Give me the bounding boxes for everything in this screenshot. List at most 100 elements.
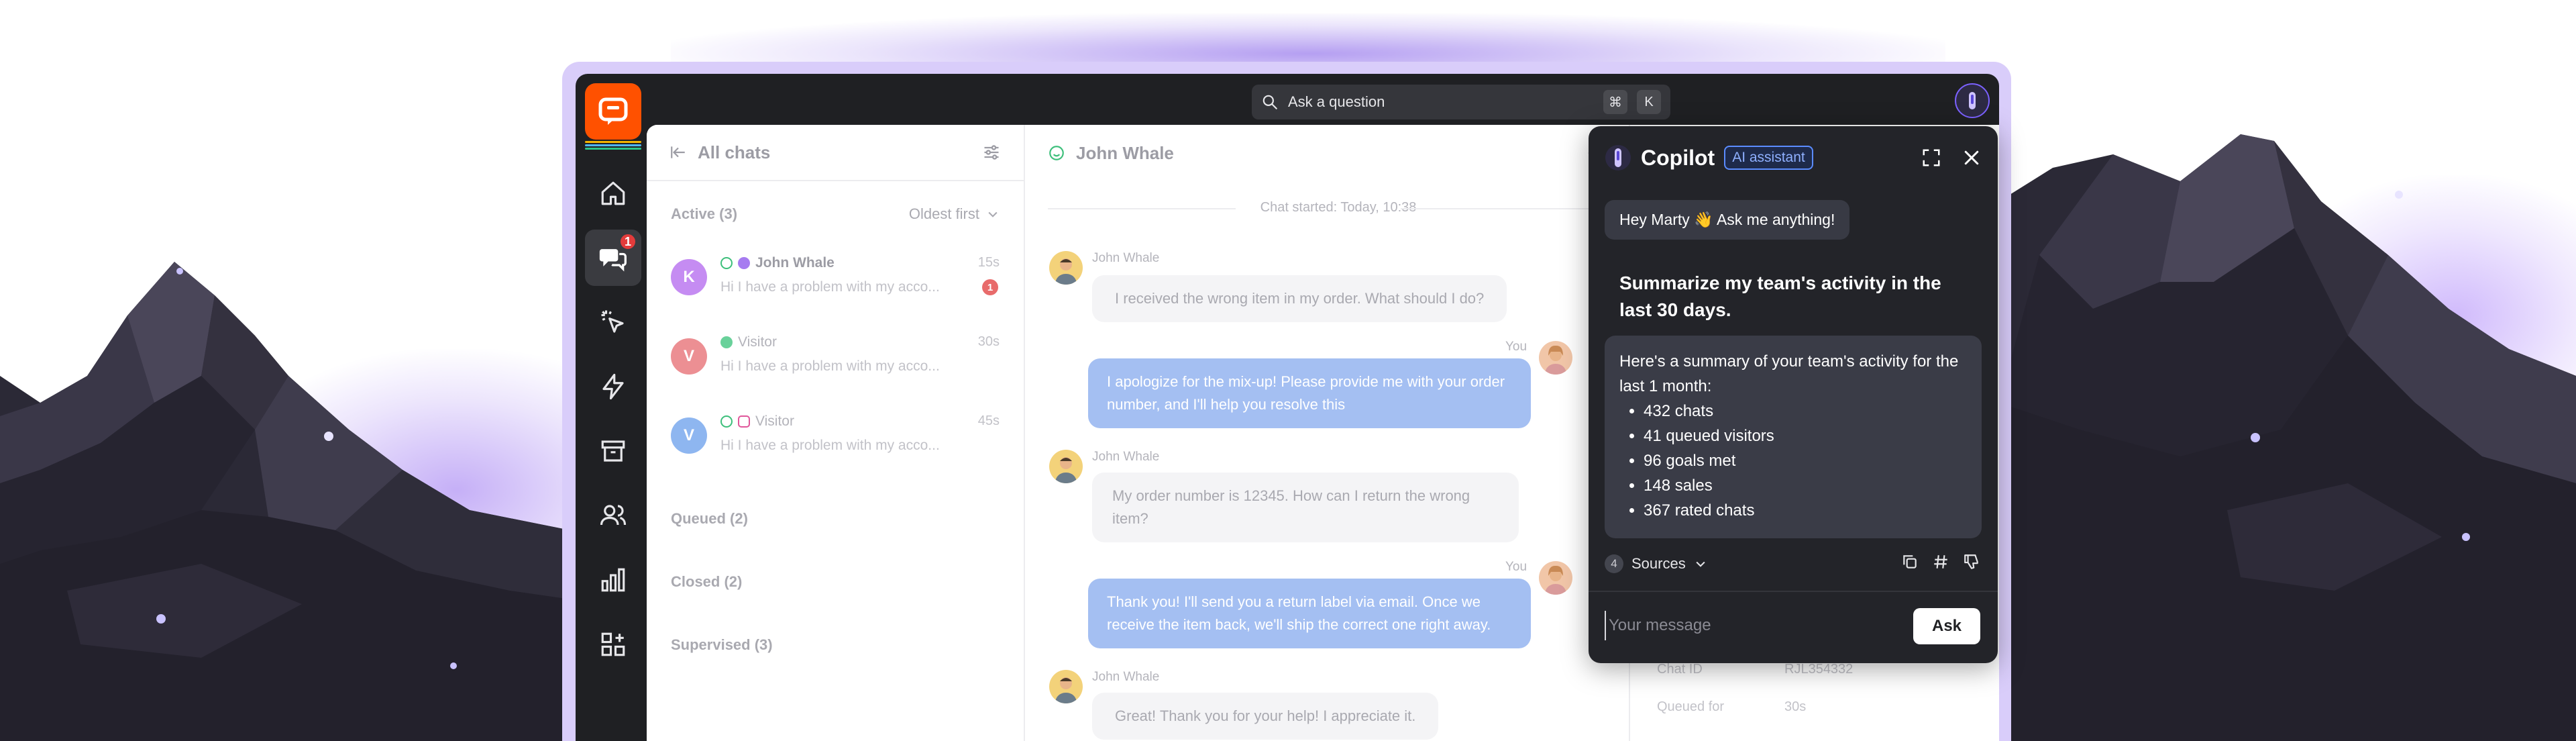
instagram-icon — [738, 415, 750, 428]
detail-key: Chat ID — [1657, 662, 1703, 677]
sort-dropdown[interactable]: Oldest first — [909, 205, 1000, 223]
nav-home[interactable] — [585, 165, 641, 221]
detail-row: Queued for 30s — [1657, 699, 1806, 715]
nav-chats[interactable]: 1 — [585, 230, 641, 286]
smile-icon — [720, 257, 733, 269]
answer-item: 432 chats — [1644, 399, 1967, 424]
bar-chart-icon — [601, 568, 625, 592]
customer-avatar — [1049, 450, 1083, 483]
sources-count: 4 — [1605, 554, 1623, 573]
copilot-answer: Here's a summary of your team's activity… — [1605, 336, 1982, 538]
avatar: K — [671, 259, 707, 295]
copilot-header-actions — [1921, 148, 1982, 168]
conversation-header: John Whale — [1025, 125, 1629, 181]
archive-icon — [601, 440, 625, 462]
composer-divider — [1589, 591, 1998, 592]
avatar: V — [671, 338, 707, 375]
filter-sliders-icon[interactable] — [982, 143, 1001, 162]
shortcut-key-k: K — [1637, 90, 1661, 114]
nav-archives[interactable] — [585, 423, 641, 479]
logo-stripes — [585, 141, 641, 150]
copilot-panel: Copilot AI assistant Hey Marty 👋 Ask me … — [1589, 126, 1998, 663]
man-avatar-icon — [1055, 258, 1077, 285]
sort-label: Oldest first — [908, 205, 979, 222]
collapse-left-icon[interactable] — [669, 144, 687, 161]
chat-item-name: John Whale — [755, 255, 835, 270]
incoming-message: Great! Thank you for your help! I apprec… — [1092, 693, 1439, 740]
copilot-message-input[interactable]: Your message — [1605, 611, 1873, 640]
chat-list-item[interactable]: K John Whale Hi I have a problem with my… — [671, 250, 1000, 310]
chat-list-item[interactable]: V Visitor Hi I have a problem with my ac… — [671, 408, 1000, 468]
nav-automation[interactable] — [585, 358, 641, 415]
thumbs-down-icon[interactable] — [1963, 553, 1980, 571]
outgoing-message: I apologize for the mix-up! Please provi… — [1088, 358, 1531, 428]
close-icon[interactable] — [1962, 148, 1982, 168]
nav-team[interactable] — [585, 487, 641, 544]
woman-avatar-icon — [1545, 565, 1566, 595]
woman-avatar-icon — [1545, 345, 1566, 375]
nav-apps[interactable] — [585, 616, 641, 673]
message-author: You — [1505, 340, 1527, 354]
chat-item-name-row: Visitor — [720, 413, 794, 430]
answer-item: 96 goals met — [1644, 448, 1967, 473]
answer-item: 41 queued visitors — [1644, 424, 1967, 448]
global-search-bar[interactable]: Ask a question ⌘ K — [1252, 85, 1670, 119]
chat-channel-icon — [720, 336, 733, 348]
copilot-icon — [1969, 92, 1976, 109]
answer-actions — [1901, 553, 1980, 571]
answer-item: 367 rated chats — [1644, 498, 1967, 523]
incoming-message: I received the wrong item in my order. W… — [1092, 275, 1507, 322]
chat-list-header: All chats — [647, 125, 1024, 181]
conversation-customer-name: John Whale — [1076, 142, 1174, 163]
chat-item-time: 15s — [977, 255, 1000, 270]
copy-icon[interactable] — [1901, 553, 1919, 571]
closed-section-label: Closed (2) — [671, 573, 743, 590]
nav-engage[interactable] — [585, 294, 641, 350]
expand-icon[interactable] — [1921, 148, 1941, 168]
shortcut-key-cmd: ⌘ — [1603, 90, 1627, 114]
copilot-toggle-button[interactable] — [1955, 83, 1990, 118]
chat-item-time: 45s — [977, 413, 1000, 428]
man-avatar-icon — [1055, 677, 1077, 703]
queued-section-label: Queued (2) — [671, 510, 748, 527]
message-author: You — [1505, 560, 1527, 574]
chat-item-name: Visitor — [755, 413, 794, 429]
chevron-down-icon — [1696, 561, 1705, 567]
chat-item-preview: Hi I have a problem with my acco... — [720, 358, 940, 374]
chat-item-name: Visitor — [738, 334, 777, 350]
hashtag-icon[interactable] — [1932, 553, 1949, 571]
nav-reports[interactable] — [585, 552, 641, 608]
answer-list: 432 chats 41 queued visitors 96 goals me… — [1644, 399, 1967, 523]
message-author: John Whale — [1092, 450, 1160, 464]
chats-unread-badge: 1 — [619, 232, 637, 251]
chat-started-label: Chat started: Today, 10:38 — [1048, 200, 1629, 215]
agent-avatar — [1539, 341, 1572, 375]
cursor-click-icon — [601, 310, 624, 333]
sources-label: Sources — [1631, 555, 1686, 572]
lightning-icon — [602, 373, 624, 400]
livechat-logo[interactable] — [585, 83, 641, 140]
message-author: John Whale — [1092, 670, 1160, 684]
message-line: receive the item back, we'll ship the co… — [1107, 616, 1491, 633]
conversation-panel: John Whale Chat started: Today, 10:38 Jo… — [1025, 125, 1629, 741]
queued-section-header[interactable]: Queued (2) — [671, 510, 1000, 528]
active-section-label: Active (3) — [671, 205, 738, 222]
home-icon — [601, 181, 625, 205]
supervised-section-header[interactable]: Supervised (3) — [671, 636, 1000, 654]
search-placeholder: Ask a question — [1288, 93, 1385, 110]
answer-item: 148 sales — [1644, 473, 1967, 498]
chevron-down-icon — [988, 211, 998, 217]
sources-toggle[interactable]: 4 Sources — [1605, 554, 1707, 573]
customer-avatar — [1049, 670, 1083, 703]
chat-item-preview: Hi I have a problem with my acco... — [720, 438, 940, 453]
unread-badge: 1 — [982, 279, 998, 295]
chat-item-name-row: John Whale — [720, 255, 835, 271]
message-author: John Whale — [1092, 251, 1160, 265]
chat-item-time: 30s — [977, 334, 1000, 349]
ask-button[interactable]: Ask — [1913, 608, 1980, 644]
chat-list-item[interactable]: V Visitor Hi I have a problem with my ac… — [671, 329, 1000, 389]
chat-item-name-row: Visitor — [720, 334, 777, 350]
closed-section-header[interactable]: Closed (2) — [671, 573, 1000, 591]
active-section-header[interactable]: Active (3) Oldest first — [671, 205, 1000, 223]
copilot-logo-icon — [1605, 145, 1631, 170]
